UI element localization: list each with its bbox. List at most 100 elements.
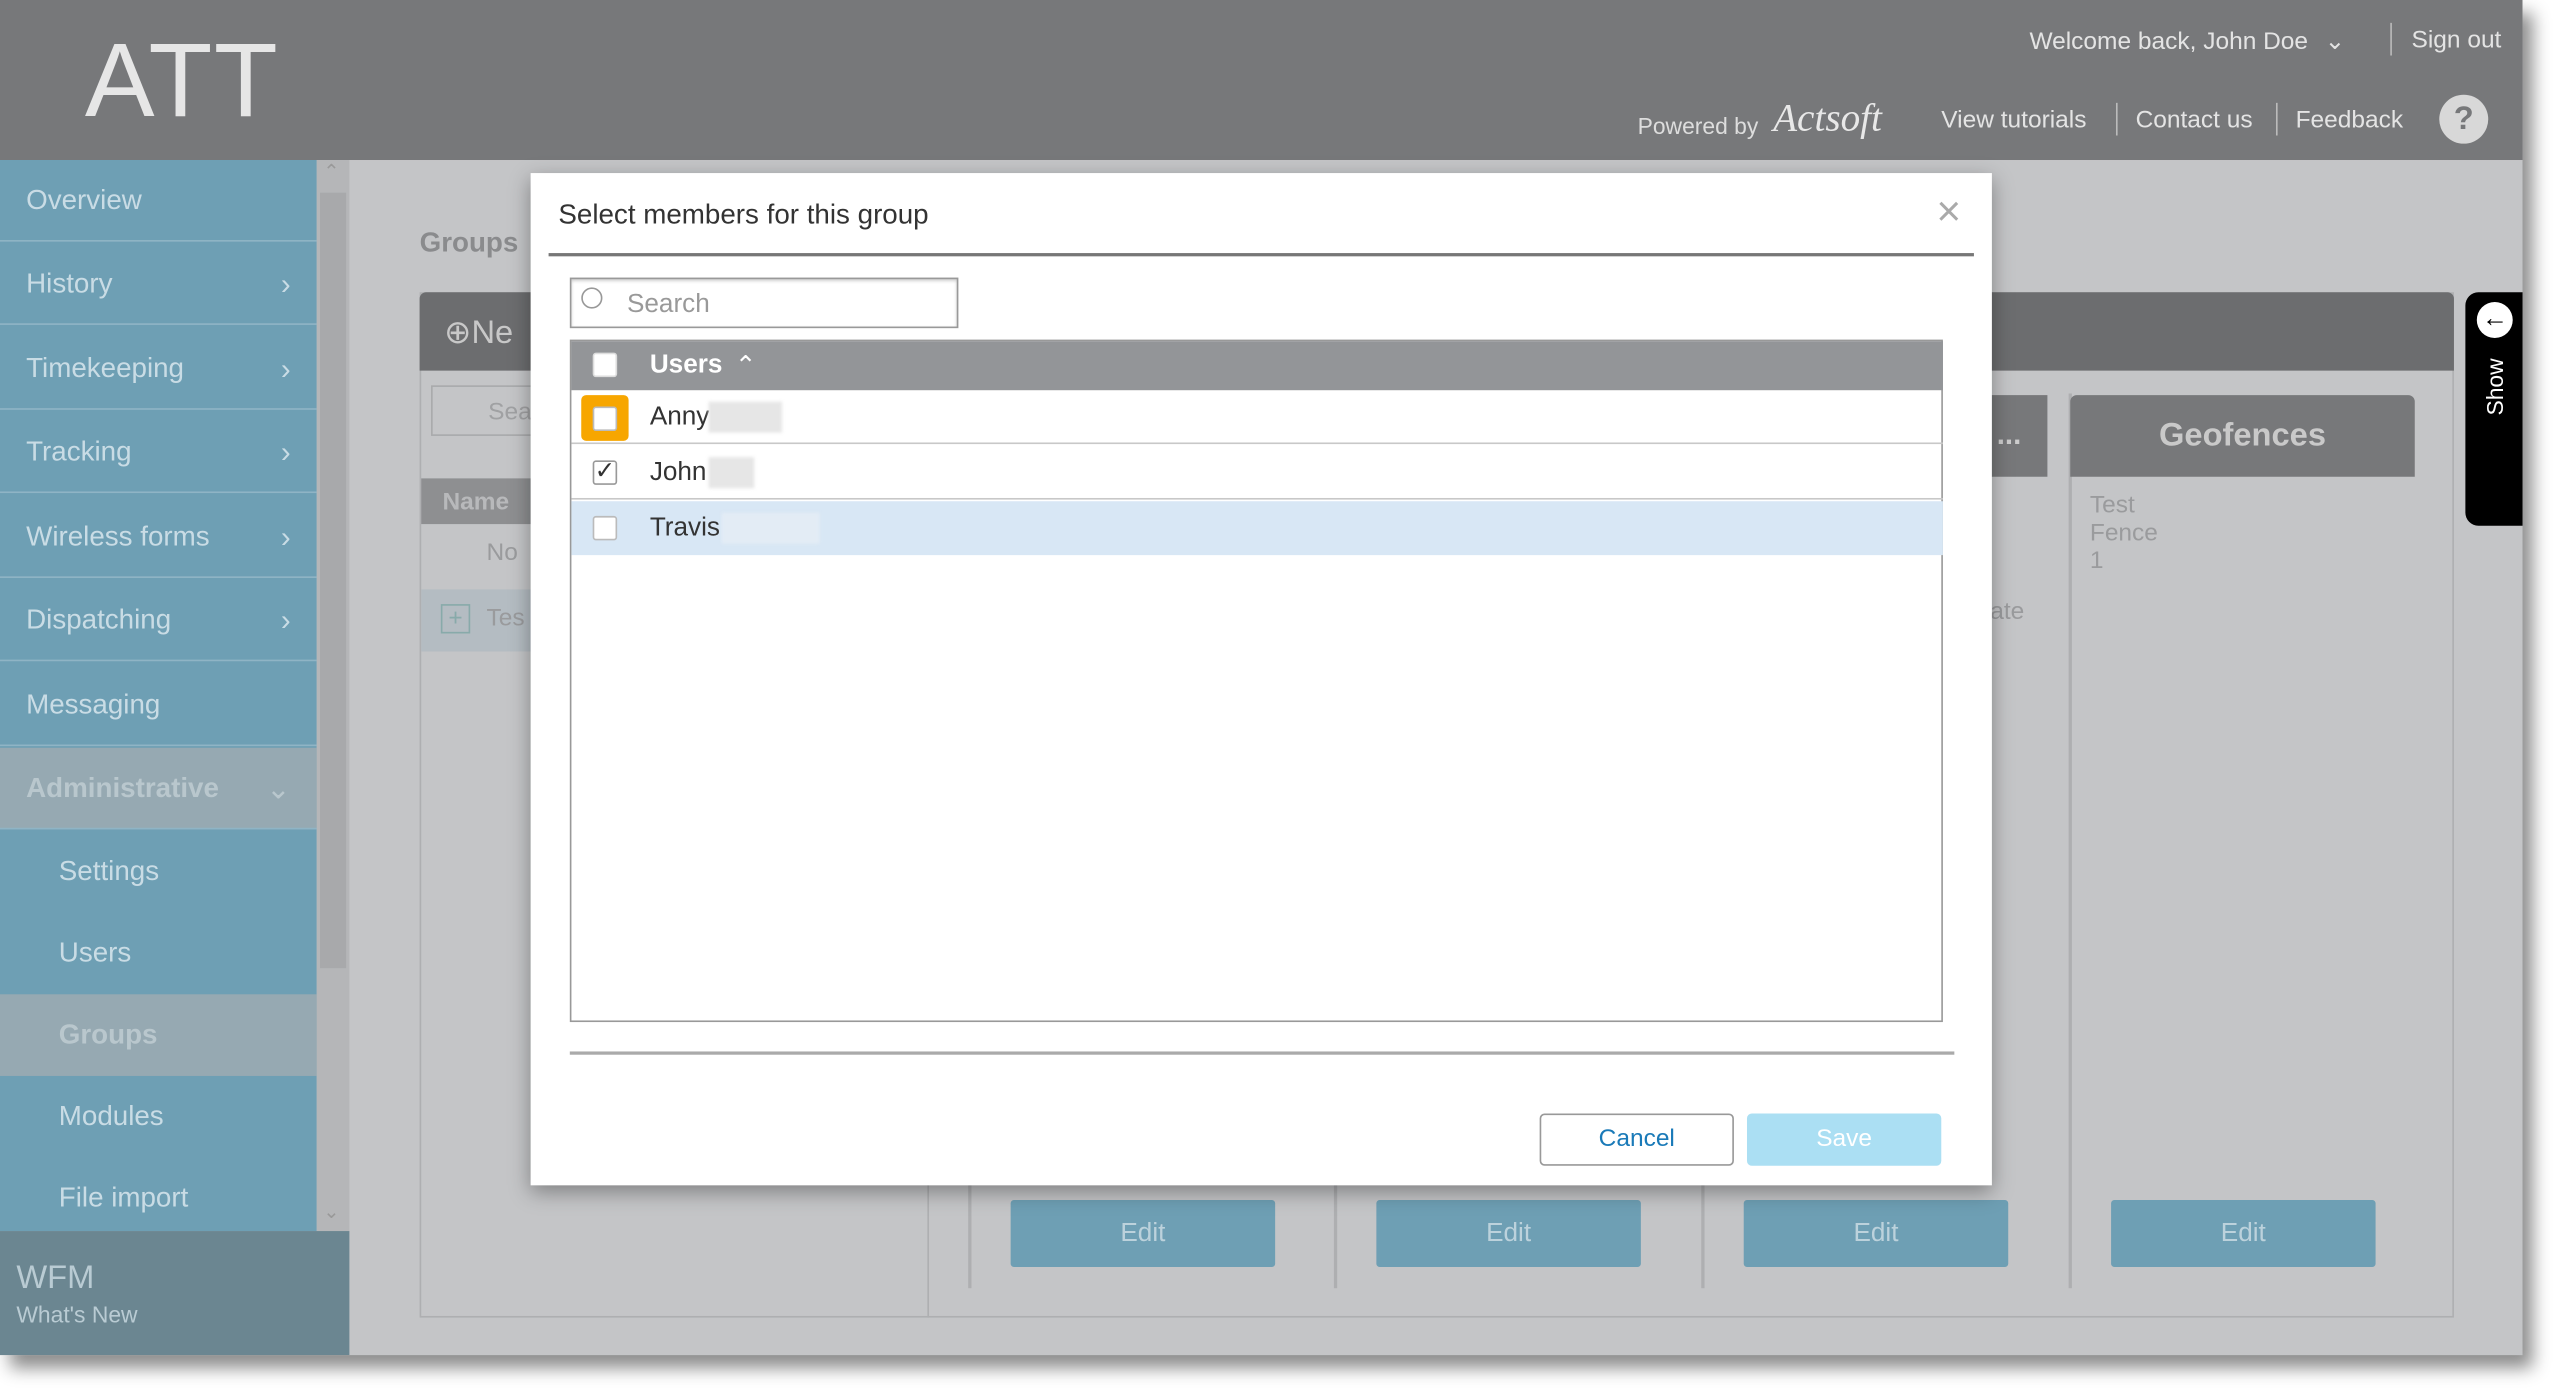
label: Users	[58, 937, 132, 969]
welcome-text: Welcome back, John Doe	[2029, 27, 2309, 56]
actsoft-logo: Actsoft	[1773, 97, 1882, 141]
welcome-menu[interactable]: Welcome back, John Doe ⌄	[2029, 26, 2346, 56]
scroll-down-icon[interactable]: ⌄	[323, 1200, 339, 1223]
divider	[2275, 102, 2278, 136]
row-checkbox-checked[interactable]: ✓	[592, 459, 618, 485]
chevron-right-icon: ›	[280, 604, 291, 637]
wfm-whats-new[interactable]: WFM What's New	[0, 1231, 350, 1356]
row-text: Tes	[486, 604, 525, 632]
geofence-item[interactable]: Test Fence 1	[2090, 491, 2158, 574]
chevron-right-icon: ›	[280, 520, 291, 554]
chevron-right-icon: ›	[280, 435, 291, 469]
edit-button[interactable]: Edit	[2111, 1200, 2376, 1267]
users-column-header[interactable]: Users	[650, 351, 723, 380]
contact-us-link[interactable]: Contact us	[2136, 106, 2253, 134]
label: Ne	[471, 315, 514, 352]
user-row[interactable]: Anny	[571, 390, 1943, 445]
table-header: Users ⌃	[571, 341, 1943, 391]
search-input[interactable]: Search	[569, 277, 959, 329]
name-column-header[interactable]: Name	[421, 478, 536, 525]
close-icon[interactable]: ×	[1936, 186, 1961, 237]
label: History	[26, 267, 113, 299]
redacted-surname	[708, 401, 783, 433]
card-title: ...	[1996, 417, 2022, 451]
sidebar: Overview History › Timekeeping › Tracking ›…	[0, 160, 317, 1232]
group-row[interactable]: + Tes	[421, 589, 536, 652]
whats-new-link: What's New	[16, 1301, 138, 1328]
label: Messaging	[26, 688, 161, 721]
label: Tracking	[26, 435, 132, 467]
sign-out-link[interactable]: Sign out	[2411, 26, 2501, 54]
label: Settings	[58, 855, 160, 887]
label: Timekeeping	[26, 352, 185, 384]
app-window: ATT Welcome back, John Doe ⌄ Sign out Po…	[0, 0, 2523, 1356]
arrow-left-icon: ←	[2476, 302, 2513, 338]
sidebar-item-file-import[interactable]: File import	[0, 1158, 317, 1240]
chevron-right-icon: ›	[280, 352, 291, 386]
row-checkbox[interactable]	[592, 406, 618, 432]
no-text: No	[486, 538, 518, 567]
label: Dispatching	[26, 604, 172, 636]
sidebar-item-groups[interactable]: Groups	[0, 994, 317, 1076]
label: Groups	[58, 1018, 158, 1050]
group-search-input[interactable]: Sea	[431, 385, 546, 436]
page-title: Groups	[419, 226, 519, 258]
logo: ATT	[84, 21, 280, 139]
label: Overview	[26, 184, 142, 216]
label: File import	[58, 1182, 189, 1214]
label: Modules	[58, 1100, 164, 1132]
header: ATT Welcome back, John Doe ⌄ Sign out Po…	[0, 0, 2523, 161]
sidebar-item-overview[interactable]: Overview	[0, 160, 317, 242]
wfm-title: WFM	[16, 1260, 95, 1297]
user-name: John	[649, 458, 707, 487]
edit-button[interactable]: Edit	[1376, 1200, 1641, 1267]
divider	[569, 1051, 1955, 1055]
sidebar-item-dispatching[interactable]: Dispatching ›	[0, 580, 317, 662]
divider	[2115, 102, 2118, 136]
user-name: Anny	[649, 403, 710, 432]
sidebar-item-tracking[interactable]: Tracking ›	[0, 411, 317, 494]
dialog-title: Select members for this group	[558, 199, 929, 231]
chevron-down-icon: ⌄	[265, 772, 291, 805]
user-name: Travis	[649, 514, 720, 543]
row-checkbox[interactable]	[592, 515, 618, 541]
label: Wireless forms	[26, 520, 210, 552]
divider	[548, 253, 1974, 257]
label: Administrative	[26, 772, 219, 804]
chevron-down-icon: ⌄	[2324, 27, 2346, 56]
select-members-dialog: Select members for this group × Search U…	[530, 173, 1992, 1186]
select-all-checkbox[interactable]	[592, 352, 618, 378]
cancel-button[interactable]: Cancel	[1539, 1113, 1734, 1166]
view-tutorials-link[interactable]: View tutorials	[1941, 106, 2086, 134]
sidebar-item-messaging[interactable]: Messaging	[0, 665, 317, 747]
sidebar-item-wireless-forms[interactable]: Wireless forms ›	[0, 496, 317, 578]
users-table: Users ⌃ Anny ✓ John Travis	[569, 339, 1943, 1023]
user-row[interactable]: ✓ John	[571, 446, 1943, 500]
scrollbar-thumb[interactable]	[320, 192, 347, 969]
sort-ascending-icon[interactable]: ⌃	[735, 349, 757, 382]
edit-button[interactable]: Edit	[1010, 1200, 1276, 1267]
plus-circle-icon: ⊕	[444, 315, 472, 352]
user-row[interactable]: Travis	[571, 501, 1943, 556]
feedback-link[interactable]: Feedback	[2296, 106, 2404, 134]
new-group-button[interactable]: ⊕Ne	[444, 312, 513, 353]
show-label: Show	[2481, 358, 2508, 416]
scroll-up-icon[interactable]: ⌃	[323, 160, 339, 183]
edit-button[interactable]: Edit	[1743, 1200, 2009, 1267]
redacted-surname	[721, 512, 820, 544]
show-panel-tab[interactable]: ← Show	[2465, 292, 2523, 526]
save-button[interactable]: Save	[1746, 1113, 1942, 1166]
sidebar-item-users[interactable]: Users	[0, 913, 317, 995]
help-icon[interactable]: ?	[2439, 94, 2489, 144]
expand-icon[interactable]: +	[440, 604, 471, 634]
redacted-surname	[708, 457, 755, 489]
geofences-title: Geofences	[2070, 395, 2415, 477]
search-placeholder: Search	[626, 290, 710, 319]
sidebar-item-administrative[interactable]: Administrative ⌄	[0, 747, 317, 830]
search-icon	[581, 287, 603, 309]
sidebar-item-modules[interactable]: Modules	[0, 1076, 317, 1158]
sidebar-item-settings[interactable]: Settings	[0, 831, 317, 913]
sidebar-item-history[interactable]: History ›	[0, 243, 317, 325]
sidebar-item-timekeeping[interactable]: Timekeeping ›	[0, 328, 317, 410]
divider	[2390, 22, 2392, 56]
